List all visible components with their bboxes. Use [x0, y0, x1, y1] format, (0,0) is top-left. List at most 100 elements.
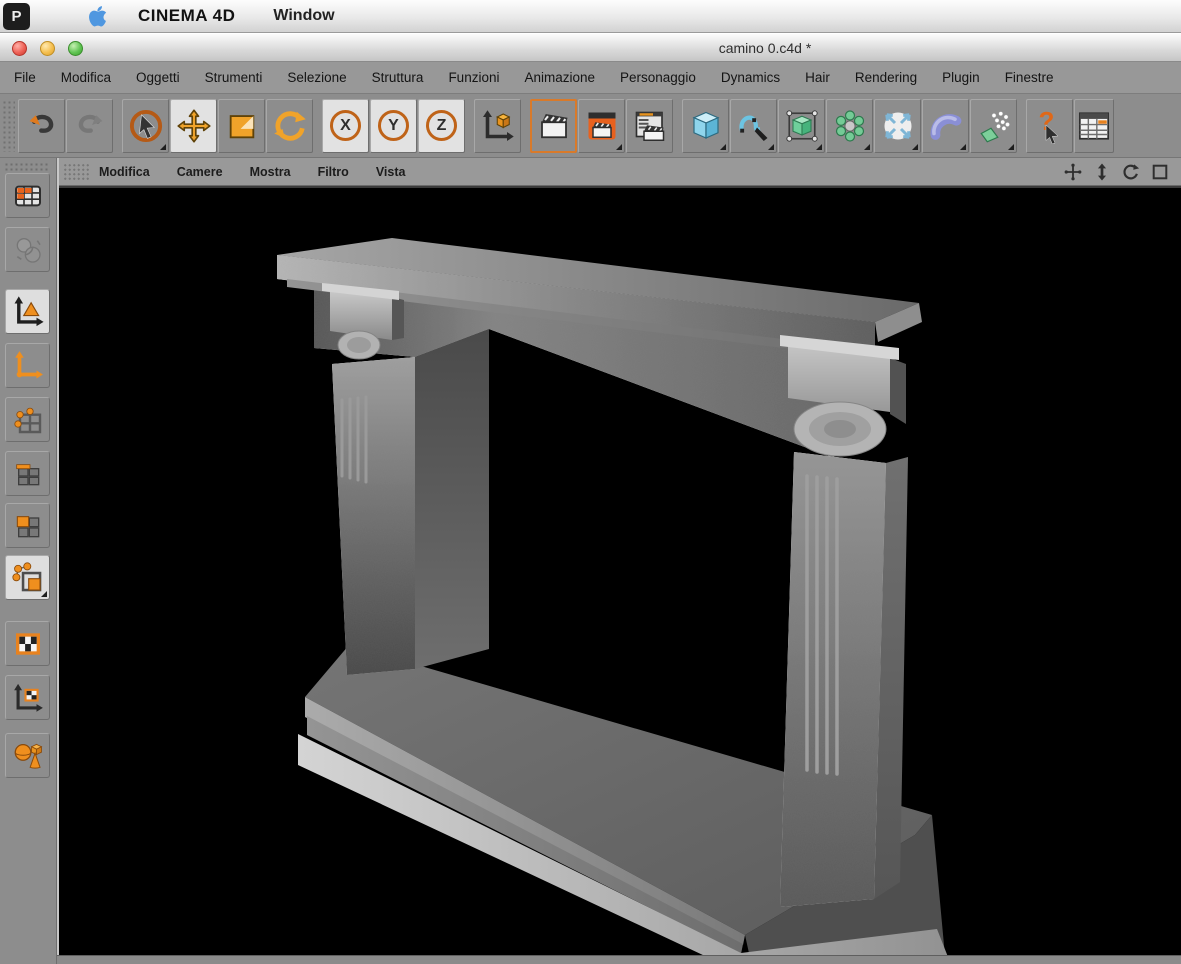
- orbit-icon: [1122, 163, 1140, 181]
- axis-mode-button[interactable]: [5, 343, 50, 388]
- element-selection-mode-button[interactable]: [5, 555, 50, 600]
- menu-personaggio[interactable]: Personaggio: [620, 70, 696, 85]
- render-settings-icon: [632, 108, 668, 144]
- move-tool-button[interactable]: [170, 99, 217, 153]
- undo-button[interactable]: [18, 99, 65, 153]
- menu-oggetti[interactable]: Oggetti: [136, 70, 180, 85]
- make-editable-button[interactable]: [5, 173, 50, 218]
- add-scene-object-button[interactable]: [922, 99, 969, 153]
- animation-mode-button[interactable]: [5, 733, 50, 778]
- vp-menu-vista[interactable]: Vista: [376, 165, 406, 179]
- viewport-pan-control[interactable]: [1062, 161, 1084, 183]
- toolbar-drag-handle[interactable]: [2, 100, 15, 152]
- menu-file[interactable]: File: [14, 70, 36, 85]
- close-button[interactable]: [12, 41, 27, 56]
- lock-z-axis-button[interactable]: Z: [418, 99, 465, 153]
- menu-rendering[interactable]: Rendering: [855, 70, 917, 85]
- object-mode-icon: [11, 295, 45, 329]
- pan-icon: [1064, 163, 1082, 181]
- main-toolbar: X Y Z: [0, 94, 1181, 158]
- maximize-icon: [1151, 163, 1169, 181]
- render-to-picture-viewer-button[interactable]: [578, 99, 625, 153]
- menu-hair[interactable]: Hair: [805, 70, 830, 85]
- x-axis-ring-icon: X: [330, 110, 361, 141]
- array-object-icon: [832, 108, 868, 144]
- viewport-rotate-control[interactable]: [1120, 161, 1142, 183]
- rotate-tool-button[interactable]: [266, 99, 313, 153]
- object-mode-button[interactable]: [5, 289, 50, 334]
- menu-modifica[interactable]: Modifica: [61, 70, 111, 85]
- add-particle-emitter-button[interactable]: [970, 99, 1017, 153]
- vp-menu-mostra[interactable]: Mostra: [250, 165, 291, 179]
- os-app-title[interactable]: CINEMA 4D: [138, 6, 235, 26]
- viewport-drag-handle[interactable]: [63, 163, 89, 181]
- sidebar-drag-handle[interactable]: [4, 162, 50, 171]
- menu-finestre[interactable]: Finestre: [1005, 70, 1054, 85]
- zoom-button[interactable]: [68, 41, 83, 56]
- help-group: ?: [1026, 99, 1114, 153]
- history-group: [18, 99, 113, 153]
- render-view-icon: [536, 108, 572, 144]
- menu-strumenti[interactable]: Strumenti: [205, 70, 263, 85]
- menu-dynamics[interactable]: Dynamics: [721, 70, 780, 85]
- sidebar-separator: [57, 158, 59, 964]
- edges-mode-icon: [12, 458, 44, 490]
- zoom-icon: [1093, 163, 1111, 181]
- vp-menu-modifica[interactable]: Modifica: [99, 165, 150, 179]
- coordinate-system-icon: [480, 108, 516, 144]
- apple-menu-icon[interactable]: [88, 4, 110, 28]
- live-selection-icon: [128, 108, 164, 144]
- texture-mode-button[interactable]: [5, 621, 50, 666]
- points-mode-button[interactable]: [5, 397, 50, 442]
- texture-axis-mode-button[interactable]: [5, 675, 50, 720]
- minimize-button[interactable]: [40, 41, 55, 56]
- menu-funzioni[interactable]: Funzioni: [448, 70, 499, 85]
- add-spline-button[interactable]: [730, 99, 777, 153]
- create-object-group: [682, 99, 1017, 153]
- os-menu-window[interactable]: Window: [273, 7, 334, 25]
- y-axis-ring-icon: Y: [378, 110, 409, 141]
- menu-plugin[interactable]: Plugin: [942, 70, 980, 85]
- context-help-button[interactable]: ?: [1026, 99, 1073, 153]
- viewport-zoom-control[interactable]: [1091, 161, 1113, 183]
- live-selection-button[interactable]: [122, 99, 169, 153]
- axis-lock-group: X Y Z: [322, 99, 465, 153]
- model-mode-button: [5, 227, 50, 272]
- add-modeling-object-button[interactable]: [826, 99, 873, 153]
- hypernurbs-icon: [784, 108, 820, 144]
- scale-icon: [225, 109, 259, 143]
- lock-y-axis-button[interactable]: Y: [370, 99, 417, 153]
- undo-icon: [25, 109, 59, 143]
- scale-tool-button[interactable]: [218, 99, 265, 153]
- viewport-maximize-control[interactable]: [1149, 161, 1171, 183]
- menu-animazione[interactable]: Animazione: [524, 70, 595, 85]
- window-title: camino 0.c4d *: [600, 40, 930, 56]
- cursor-arrow-icon: [1044, 124, 1064, 144]
- menu-extra-badge[interactable]: P: [3, 3, 30, 30]
- texture-mode-icon: [12, 628, 44, 660]
- move-icon: [176, 108, 212, 144]
- layout-browser-button[interactable]: [1074, 99, 1114, 153]
- add-deformer-button[interactable]: [874, 99, 921, 153]
- viewport-canvas[interactable]: [59, 186, 1181, 955]
- render-view-button[interactable]: [530, 99, 577, 153]
- vp-menu-filtro[interactable]: Filtro: [318, 165, 349, 179]
- redo-button: [66, 99, 113, 153]
- edges-mode-button[interactable]: [5, 451, 50, 496]
- polygons-mode-button[interactable]: [5, 503, 50, 548]
- render-picture-viewer-icon: [584, 108, 620, 144]
- menu-selezione[interactable]: Selezione: [287, 70, 346, 85]
- add-primitive-object-button[interactable]: [682, 99, 729, 153]
- add-hypernurbs-button[interactable]: [778, 99, 825, 153]
- rotate-icon: [272, 108, 308, 144]
- menu-struttura[interactable]: Struttura: [372, 70, 424, 85]
- points-mode-icon: [12, 404, 44, 436]
- element-selection-icon: [11, 561, 45, 595]
- select-transform-group: [122, 99, 313, 153]
- coordinate-system-button[interactable]: [474, 99, 521, 153]
- vp-menu-camere[interactable]: Camere: [177, 165, 223, 179]
- lock-x-axis-button[interactable]: X: [322, 99, 369, 153]
- window-titlebar[interactable]: camino 0.c4d *: [0, 33, 1181, 62]
- render-settings-button[interactable]: [626, 99, 673, 153]
- animation-mode-icon: [11, 739, 45, 773]
